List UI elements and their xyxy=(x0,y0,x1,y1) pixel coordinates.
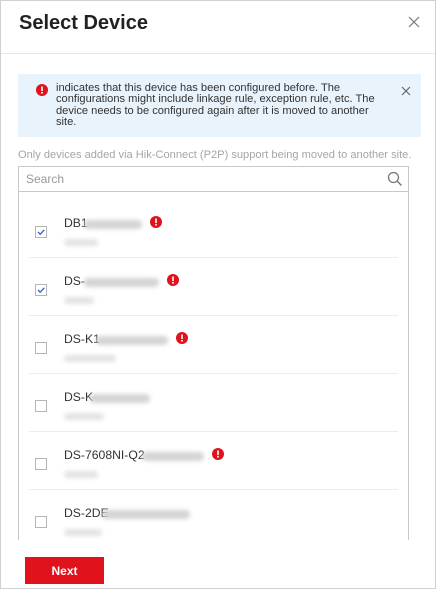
redacted-name xyxy=(102,510,190,519)
device-checkbox[interactable] xyxy=(35,342,47,354)
redacted-name xyxy=(84,278,159,287)
dialog-header: Select Device xyxy=(1,1,435,54)
device-checkbox[interactable] xyxy=(35,458,47,470)
redacted-subtitle xyxy=(64,529,102,536)
device-name: DS-K1 xyxy=(64,332,100,346)
search-input[interactable] xyxy=(26,170,366,188)
alert-message: indicates that this device has been conf… xyxy=(56,82,375,129)
redacted-name xyxy=(90,394,150,403)
redacted-name xyxy=(96,336,168,345)
select-device-dialog: Select Device indicates that this device… xyxy=(0,0,436,589)
redacted-subtitle xyxy=(64,413,104,420)
device-row[interactable]: DS-7608NI-Q2 xyxy=(19,432,408,490)
redacted-subtitle xyxy=(64,297,94,304)
search-icon[interactable] xyxy=(387,171,403,187)
device-row[interactable]: DS-K xyxy=(19,374,408,432)
device-checkbox[interactable] xyxy=(35,400,47,412)
device-list[interactable]: DB1 DS- DS-K1 DS-K DS-7608NI-Q2 DS-2DE xyxy=(18,192,409,540)
device-checkbox[interactable] xyxy=(35,284,47,296)
device-row[interactable]: DB1 xyxy=(19,200,408,258)
dialog-title: Select Device xyxy=(19,12,148,34)
info-error-icon xyxy=(36,83,48,96)
device-name: DS-K xyxy=(64,390,94,404)
configured-icon xyxy=(150,215,162,228)
device-row[interactable]: DS- xyxy=(19,258,408,316)
configured-icon xyxy=(176,331,188,344)
search-box[interactable] xyxy=(18,166,409,192)
configured-icon xyxy=(212,447,224,460)
device-checkbox[interactable] xyxy=(35,226,47,238)
redacted-subtitle xyxy=(64,239,98,246)
device-row[interactable]: DS-K1 xyxy=(19,316,408,374)
redacted-name xyxy=(142,452,204,461)
device-row[interactable]: DS-2DE xyxy=(19,490,408,540)
hint-text: Only devices added via Hik-Connect (P2P)… xyxy=(18,149,412,161)
redacted-subtitle xyxy=(64,471,98,478)
redacted-name xyxy=(84,220,142,229)
configured-icon xyxy=(167,273,179,286)
next-button[interactable]: Next xyxy=(25,557,104,584)
device-name: DS-7608NI-Q2 xyxy=(64,448,145,462)
close-icon[interactable] xyxy=(401,83,411,96)
info-alert: indicates that this device has been conf… xyxy=(18,74,421,137)
device-name: DS- xyxy=(64,274,85,288)
redacted-subtitle xyxy=(64,355,116,362)
close-icon[interactable] xyxy=(407,15,421,29)
device-checkbox[interactable] xyxy=(35,516,47,528)
